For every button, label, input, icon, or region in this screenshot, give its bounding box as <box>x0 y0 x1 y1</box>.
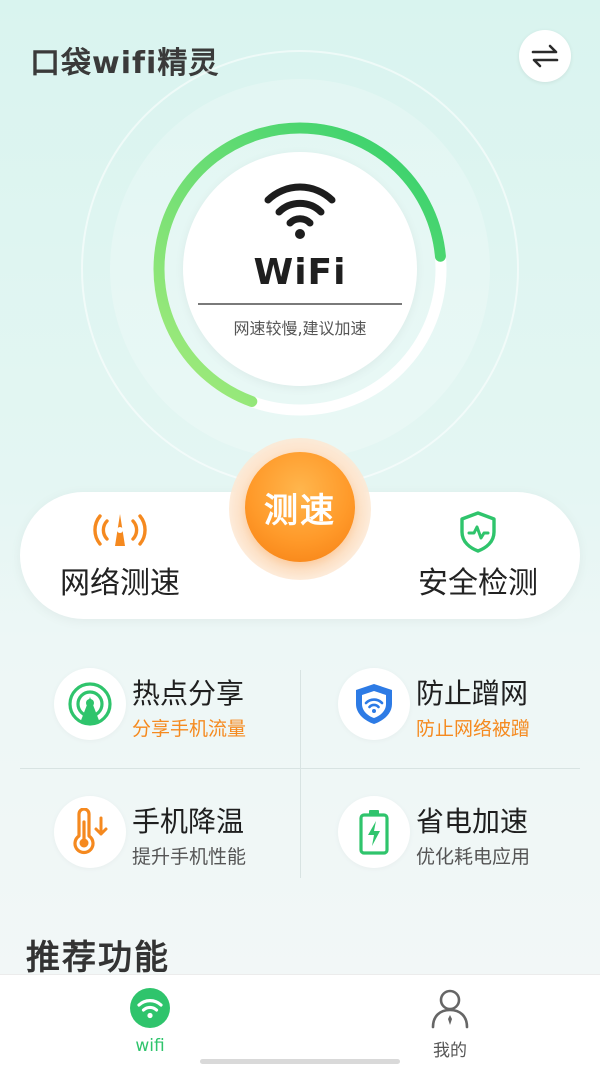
tab-mine-label: 我的 <box>433 1041 467 1061</box>
security-check-action[interactable]: 安全检测 <box>378 492 578 619</box>
tab-mine[interactable]: 我的 <box>300 975 600 1068</box>
security-check-label: 安全检测 <box>418 566 538 601</box>
home-indicator <box>200 1059 400 1064</box>
tool-name: 省电加速 <box>416 805 529 838</box>
tool-name: 手机降温 <box>132 805 245 838</box>
network-speed-label: 网络测速 <box>60 566 180 601</box>
tool-desc: 分享手机流量 <box>132 718 247 740</box>
tool-phone-cooling[interactable]: 手机降温 提升手机性能 <box>20 768 280 878</box>
tab-wifi[interactable]: wifi <box>0 975 300 1068</box>
network-speed-action[interactable]: 网络测速 <box>20 492 220 619</box>
tool-prevent-leech[interactable]: 防止蹭网 防止网络被蹭 <box>304 640 564 750</box>
shield-wifi-icon <box>338 668 410 740</box>
tool-power-saving[interactable]: 省电加速 优化耗电应用 <box>304 768 564 878</box>
thermometer-icon <box>54 796 126 868</box>
speed-test-button[interactable]: 测速 <box>245 452 355 562</box>
tools-vertical-divider <box>300 670 301 878</box>
bottom-tab-bar: wifi 我的 <box>0 974 600 1068</box>
wifi-icon <box>130 988 170 1028</box>
gauge-divider <box>198 303 402 305</box>
wifi-signal-icon <box>264 183 336 239</box>
gauge-label: WiFi <box>253 252 347 293</box>
tool-name: 防止蹭网 <box>416 677 529 710</box>
shield-check-icon <box>460 511 496 553</box>
signal-tower-icon <box>93 514 147 546</box>
gauge-status: 网速较慢,建议加速 <box>233 319 367 338</box>
user-icon <box>431 989 469 1029</box>
tool-hotspot-share[interactable]: 热点分享 分享手机流量 <box>20 640 280 750</box>
tab-wifi-label: wifi <box>135 1036 165 1056</box>
tool-desc: 防止网络被蹭 <box>416 718 531 740</box>
tools-grid: 热点分享 分享手机流量 防止蹭网 防止网络被蹭 手机降温 提升手机性能 省电加速… <box>0 640 600 900</box>
tool-desc: 提升手机性能 <box>132 846 247 868</box>
tool-desc: 优化耗电应用 <box>416 846 531 868</box>
battery-charge-icon <box>338 796 410 868</box>
tool-name: 热点分享 <box>132 677 245 710</box>
hotspot-icon <box>54 668 126 740</box>
recommended-section-title: 推荐功能 <box>26 938 170 978</box>
